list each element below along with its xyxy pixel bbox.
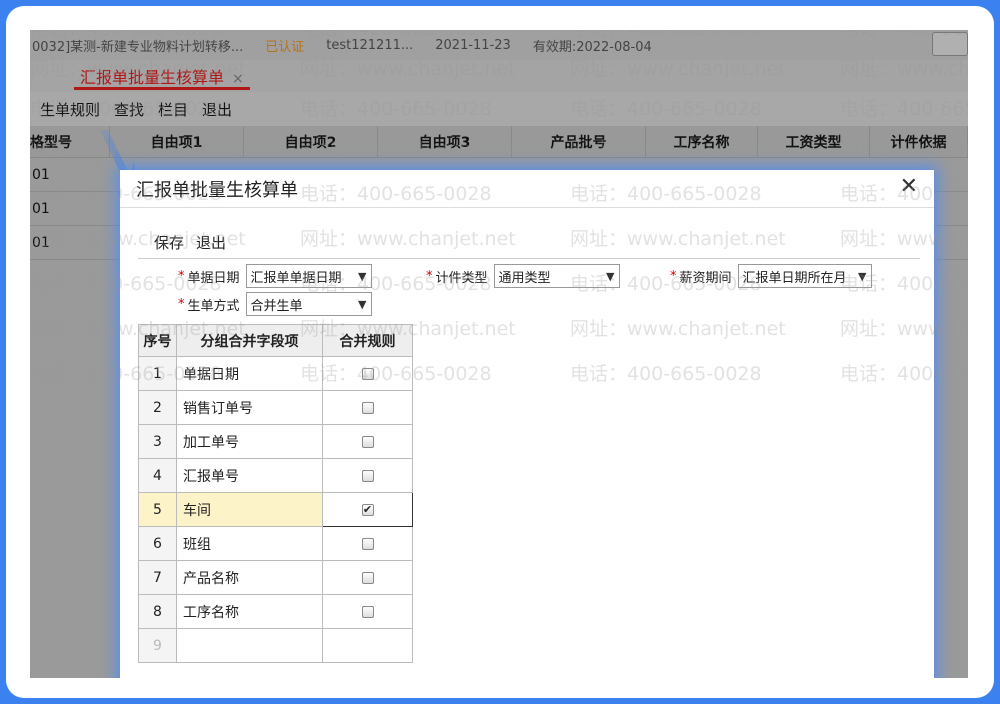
- col-header-field: 分组合并字段项: [176, 324, 323, 357]
- merge-checkbox-cell[interactable]: [322, 356, 413, 391]
- col-header: 格型号: [30, 126, 110, 157]
- merge-checkbox[interactable]: ✔: [361, 503, 374, 516]
- tab-batch-accounting[interactable]: 汇报单批量生核算单 ×: [74, 64, 250, 90]
- field-name: 汇报单号: [176, 458, 323, 493]
- field-name: 销售订单号: [176, 390, 323, 425]
- merge-checkbox[interactable]: [361, 571, 374, 584]
- merge-checkbox-cell[interactable]: ✔: [322, 492, 413, 527]
- col-header: 工资类型: [758, 126, 870, 157]
- row-number: 6: [138, 526, 177, 561]
- row-number: 7: [138, 560, 177, 595]
- menu-exit[interactable]: 退出: [202, 99, 232, 120]
- select-value: 汇报单日期所在月: [742, 270, 847, 286]
- piece-type-label: 计件类型: [435, 270, 488, 286]
- menu-find[interactable]: 查找: [114, 99, 144, 120]
- row-number: 2: [138, 390, 177, 425]
- tab-bar: 汇报单批量生核算单 ×: [30, 60, 968, 92]
- top-button[interactable]: [932, 32, 968, 56]
- row-number: 1: [138, 356, 177, 391]
- merge-checkbox-cell[interactable]: [322, 526, 413, 561]
- user-name[interactable]: test121211...: [326, 38, 413, 53]
- table-row[interactable]: 3 加工单号: [138, 424, 413, 459]
- merge-rule-table: 序号 分组合并字段项 合并规则 1 单据日期 2 销售订单号 3 加工单号 4 汇报单号 5 车间…: [138, 324, 413, 663]
- merge-checkbox[interactable]: [361, 367, 374, 380]
- menu-gen-rule[interactable]: 生单规则: [40, 99, 100, 120]
- row-number: 3: [138, 424, 177, 459]
- table-row[interactable]: 4 汇报单号: [138, 458, 413, 493]
- table-row[interactable]: 1 单据日期: [138, 356, 413, 391]
- tab-label: 汇报单批量生核算单: [80, 68, 225, 87]
- merge-checkbox[interactable]: [361, 401, 374, 414]
- gen-mode-label: 生单方式: [187, 298, 240, 314]
- field-name: 工序名称: [176, 594, 323, 629]
- field-name: 车间: [176, 492, 323, 527]
- col-header: 自由项2: [244, 126, 378, 157]
- row-number: 9: [138, 628, 177, 663]
- col-header: 工序名称: [646, 126, 758, 157]
- merge-checkbox[interactable]: [361, 469, 374, 482]
- menu-columns[interactable]: 栏目: [158, 99, 188, 120]
- table-row[interactable]: 7 产品名称: [138, 560, 413, 595]
- row-number: 8: [138, 594, 177, 629]
- top-bar: 0032]某测-新建专业物料计划转移... 已认证 test121211... …: [30, 30, 968, 60]
- merge-checkbox-cell[interactable]: [322, 458, 413, 493]
- field-name: 单据日期: [176, 356, 323, 391]
- row-number: 4: [138, 458, 177, 493]
- table-row[interactable]: 6 班组: [138, 526, 413, 561]
- chevron-down-icon: ▼: [358, 269, 367, 283]
- menu-bar: 生单规则 查找 栏目 退出: [30, 92, 968, 126]
- close-icon[interactable]: ✕: [900, 174, 918, 199]
- table-row[interactable]: 2 销售订单号: [138, 390, 413, 425]
- row-number: 5: [138, 492, 177, 527]
- salary-period-select[interactable]: 汇报单日期所在月 ▼: [737, 264, 872, 288]
- frame: 0032]某测-新建专业物料计划转移... 已认证 test121211... …: [6, 6, 994, 698]
- field-name: 班组: [176, 526, 323, 561]
- table-row[interactable]: 5 车间 ✔: [138, 492, 413, 527]
- chevron-down-icon: ▼: [358, 297, 367, 311]
- col-header-no: 序号: [138, 324, 177, 357]
- select-value: 通用类型: [498, 270, 551, 286]
- bill-date-select[interactable]: 汇报单单据日期 ▼: [245, 264, 372, 288]
- table-row[interactable]: 8 工序名称: [138, 594, 413, 629]
- merge-checkbox[interactable]: [361, 537, 374, 550]
- merge-checkbox-cell[interactable]: [322, 628, 413, 663]
- bill-date-label: 单据日期: [187, 270, 240, 286]
- col-header-rule: 合并规则: [322, 324, 413, 357]
- merge-checkbox-cell[interactable]: [322, 560, 413, 595]
- chevron-down-icon: ▼: [858, 269, 867, 283]
- merge-checkbox[interactable]: [361, 435, 374, 448]
- field-name: [176, 628, 323, 663]
- col-header: 计件依据: [870, 126, 968, 157]
- col-header: 产品批号: [512, 126, 646, 157]
- valid-date: 有效期:2022-08-04: [532, 39, 652, 55]
- merge-checkbox-cell[interactable]: [322, 390, 413, 425]
- field-name: 加工单号: [176, 424, 323, 459]
- chevron-down-icon: ▼: [606, 269, 615, 283]
- account-name[interactable]: 0032]某测-新建专业物料计划转移...: [32, 36, 243, 55]
- divider: [138, 258, 920, 259]
- batch-accounting-dialog: 汇报单批量生核算单 ✕ 保存 退出 * 单据日期 汇报单单据日期 ▼ * 计件类型 通用…: [120, 170, 934, 678]
- field-name: 产品名称: [176, 560, 323, 595]
- piece-type-select[interactable]: 通用类型 ▼: [493, 264, 620, 288]
- merge-checkbox[interactable]: [361, 605, 374, 618]
- gen-mode-select[interactable]: 合并生单 ▼: [245, 292, 372, 316]
- merge-checkbox-cell[interactable]: [322, 594, 413, 629]
- select-value: 合并生单: [250, 298, 303, 314]
- save-button[interactable]: 保存: [154, 232, 184, 253]
- login-date: 2021-11-23: [435, 37, 511, 53]
- merge-checkbox-cell[interactable]: [322, 424, 413, 459]
- salary-period-label: 薪资期间: [679, 270, 732, 286]
- cert-badge: 已认证: [265, 39, 305, 55]
- exit-button[interactable]: 退出: [196, 232, 226, 253]
- table-row[interactable]: 9: [138, 628, 413, 663]
- col-header: 自由项1: [110, 126, 244, 157]
- col-header: 自由项3: [378, 126, 512, 157]
- close-icon[interactable]: ×: [232, 71, 244, 87]
- app-window: 0032]某测-新建专业物料计划转移... 已认证 test121211... …: [30, 30, 968, 678]
- select-value: 汇报单单据日期: [250, 270, 342, 286]
- dialog-title: 汇报单批量生核算单: [136, 180, 298, 201]
